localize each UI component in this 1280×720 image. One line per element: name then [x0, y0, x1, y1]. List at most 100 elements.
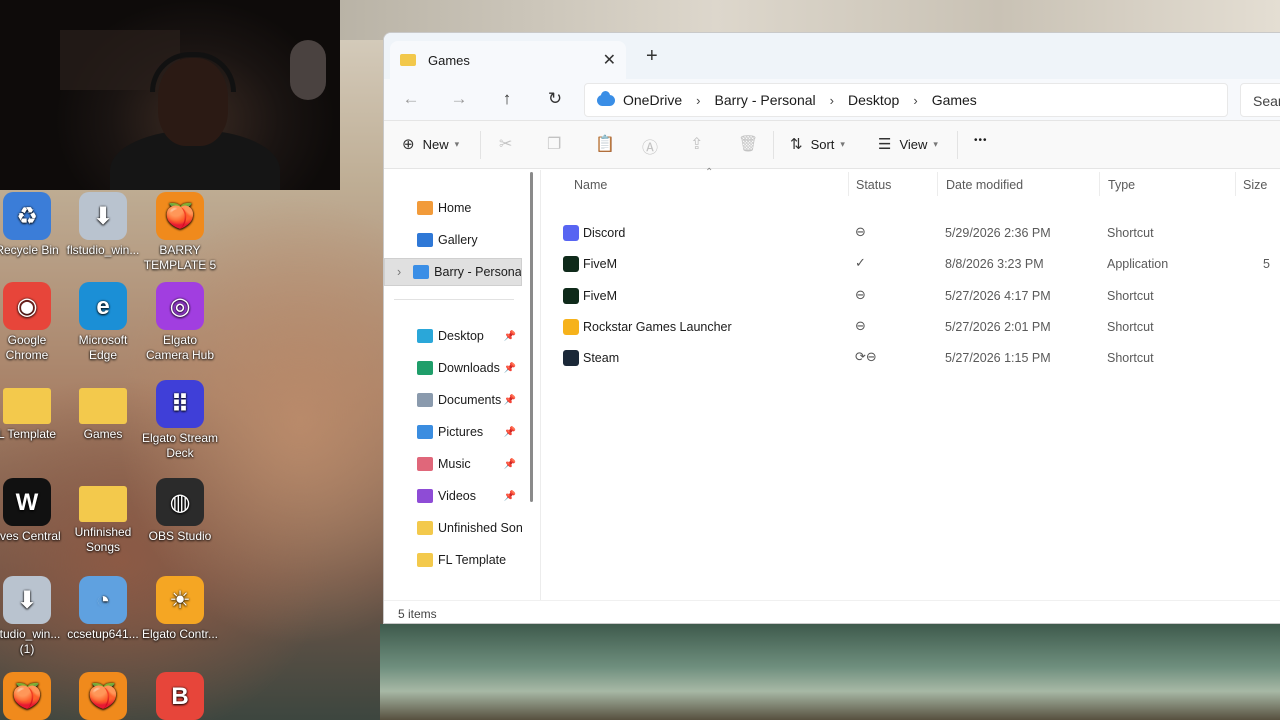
column-divider[interactable]	[848, 172, 849, 196]
column-header-size[interactable]: Size	[1243, 178, 1267, 192]
desktop-icon-label: ccsetup641...	[67, 627, 139, 641]
chevron-right-icon[interactable]: ›	[830, 93, 834, 108]
rockstar-icon	[563, 318, 579, 335]
column-divider[interactable]	[1099, 172, 1100, 196]
desktop-icon[interactable]: ◔ ccsetup641...	[64, 576, 142, 642]
sidebar-divider	[394, 299, 514, 300]
desktop-icon[interactable]: Games	[64, 380, 142, 442]
file-row[interactable]: FiveM ✓ 8/8/2026 3:23 PM Application 5	[555, 248, 1280, 279]
desktop-icon[interactable]: 🍑 BARRY TEMPLATE 5	[141, 192, 219, 273]
desktop-icon[interactable]: Unfinished Songs	[64, 478, 142, 555]
pictures-icon	[417, 425, 433, 439]
chevron-down-icon: ▾	[454, 138, 460, 149]
folder-icon	[417, 521, 433, 535]
cut-icon[interactable]: ✂	[499, 134, 512, 154]
desktop-icon[interactable]: 🍑	[0, 672, 66, 720]
desktop-icon-label: Unfinished Songs	[74, 525, 132, 554]
column-header-type[interactable]: Type	[1108, 178, 1135, 192]
breadcrumb-desktop[interactable]: Desktop	[848, 92, 899, 108]
file-row[interactable]: Steam ⟳⊖ 5/27/2026 1:15 PM Shortcut	[555, 342, 1280, 373]
recycle-bin-icon: ♻	[3, 192, 51, 240]
up-button[interactable]: ↑	[495, 89, 519, 109]
desktop-icon[interactable]: e Microsoft Edge	[64, 282, 142, 363]
forward-button[interactable]: →	[447, 89, 471, 109]
desktop-icon[interactable]: L Template	[0, 380, 66, 442]
new-tab-button[interactable]: +	[646, 45, 658, 68]
delete-icon[interactable]: 🗑	[738, 134, 758, 154]
tab-games[interactable]: Games ✕	[390, 41, 626, 79]
pin-icon[interactable]: 📌	[504, 331, 516, 342]
desktop-icon-label: Microsoft Edge	[78, 333, 128, 362]
pin-icon[interactable]: 📌	[504, 427, 516, 438]
desktop-icon[interactable]: ⬇ studio_win... (1)	[0, 576, 66, 657]
sidebar-item-desktop[interactable]: Desktop 📌	[384, 322, 522, 350]
paste-icon[interactable]: 📋	[595, 134, 615, 154]
view-button[interactable]: ☰ View ▾	[878, 135, 938, 153]
sidebar-item-gallery[interactable]: Gallery	[384, 226, 522, 254]
file-row[interactable]: Rockstar Games Launcher ⊖ 5/27/2026 2:01 P…	[555, 311, 1280, 342]
pin-icon[interactable]: 📌	[504, 491, 516, 502]
fl-studio-icon: 🍑	[156, 192, 204, 240]
folder-icon	[79, 388, 127, 424]
chrome-profile-icon: B	[156, 672, 204, 720]
chevron-right-icon[interactable]: ›	[397, 265, 401, 279]
desktop-icon-label: aves Central	[0, 529, 61, 543]
new-button[interactable]: ⊕ New ▾	[402, 135, 459, 153]
sidebar-item-documents[interactable]: Documents 📌	[384, 386, 522, 414]
sidebar-item-videos[interactable]: Videos 📌	[384, 482, 522, 510]
search-input[interactable]: Searc	[1240, 83, 1280, 117]
sidebar-scrollbar[interactable]	[530, 172, 533, 502]
sidebar-item-barry-personal[interactable]: › Barry - Personal	[384, 258, 522, 286]
desktop-icon[interactable]: ◉ Google Chrome	[0, 282, 66, 363]
back-button[interactable]: ←	[399, 89, 423, 109]
command-bar: ⊕ New ▾ ✂ ❐ 📋 Ⓐ ⇪ 🗑 ⇅ Sort ▾ ☰ View ▾ ••…	[384, 121, 1280, 169]
sidebar-item-downloads[interactable]: Downloads 📌	[384, 354, 522, 382]
column-header-date-modified[interactable]: Date modified	[946, 178, 1023, 192]
more-options-button[interactable]: •••	[974, 135, 988, 146]
desktop-icon-label: OBS Studio	[148, 529, 212, 543]
desktop-icon[interactable]: ⠿ Elgato Stream Deck	[141, 380, 219, 461]
sort-button[interactable]: ⇅ Sort ▾	[790, 135, 845, 153]
desktop-icon[interactable]: ☀ Elgato Contr...	[141, 576, 219, 642]
file-row[interactable]: Discord ⊖ 5/29/2026 2:36 PM Shortcut	[555, 217, 1280, 248]
documents-icon	[417, 393, 433, 407]
sidebar-item-fl-template[interactable]: FL Template	[384, 546, 522, 574]
breadcrumb-barry-personal[interactable]: Barry - Personal	[714, 92, 815, 108]
desktop-icon[interactable]: ◎ Elgato Camera Hub	[141, 282, 219, 363]
desktop-icon[interactable]: ♻ Recycle Bin	[0, 192, 66, 258]
column-header-status[interactable]: Status	[856, 178, 891, 192]
column-header-name[interactable]: Name	[574, 178, 607, 192]
column-divider[interactable]	[1235, 172, 1236, 196]
share-icon[interactable]: ⇪	[690, 134, 703, 154]
sidebar-item-unfinished-songs[interactable]: Unfinished Songs	[384, 514, 522, 542]
onedrive-icon	[413, 265, 430, 279]
breadcrumb-games[interactable]: Games	[932, 92, 977, 108]
desktop-icon[interactable]: ◍ OBS Studio	[141, 478, 219, 544]
pin-icon[interactable]: 📌	[504, 459, 516, 470]
sidebar-item-label: Gallery	[438, 233, 478, 247]
sidebar-item-pictures[interactable]: Pictures 📌	[384, 418, 522, 446]
rename-icon[interactable]: Ⓐ	[642, 134, 658, 158]
desktop-icon[interactable]: ⬇ flstudio_win...	[64, 192, 142, 258]
file-type: Shortcut	[1107, 319, 1154, 334]
fl-studio-icon: 🍑	[3, 672, 51, 720]
title-bar: Games ✕ +	[384, 33, 1280, 79]
breadcrumb-onedrive[interactable]: OneDrive	[623, 92, 682, 108]
copy-icon[interactable]: ❐	[547, 134, 561, 154]
pin-icon[interactable]: 📌	[504, 363, 516, 374]
sidebar-item-home[interactable]: Home	[384, 194, 522, 222]
desktop-icon[interactable]: Waves Central	[0, 478, 66, 544]
column-divider[interactable]	[937, 172, 938, 196]
desktop-icon[interactable]: B	[141, 672, 219, 720]
chevron-right-icon[interactable]: ›	[913, 93, 917, 108]
pin-icon[interactable]: 📌	[504, 395, 516, 406]
file-row[interactable]: FiveM ⊖ 5/27/2026 4:17 PM Shortcut	[555, 280, 1280, 311]
gallery-icon	[417, 233, 433, 247]
file-date-modified: 8/8/2026 3:23 PM	[945, 257, 1044, 272]
sidebar-item-music[interactable]: Music 📌	[384, 450, 522, 478]
chevron-right-icon[interactable]: ›	[696, 93, 700, 108]
refresh-button[interactable]: ↻	[543, 89, 567, 109]
close-tab-button[interactable]: ✕	[603, 50, 616, 70]
desktop-icon[interactable]: 🍑	[64, 672, 142, 720]
address-bar[interactable]: OneDrive › Barry - Personal › Desktop › …	[584, 83, 1228, 117]
